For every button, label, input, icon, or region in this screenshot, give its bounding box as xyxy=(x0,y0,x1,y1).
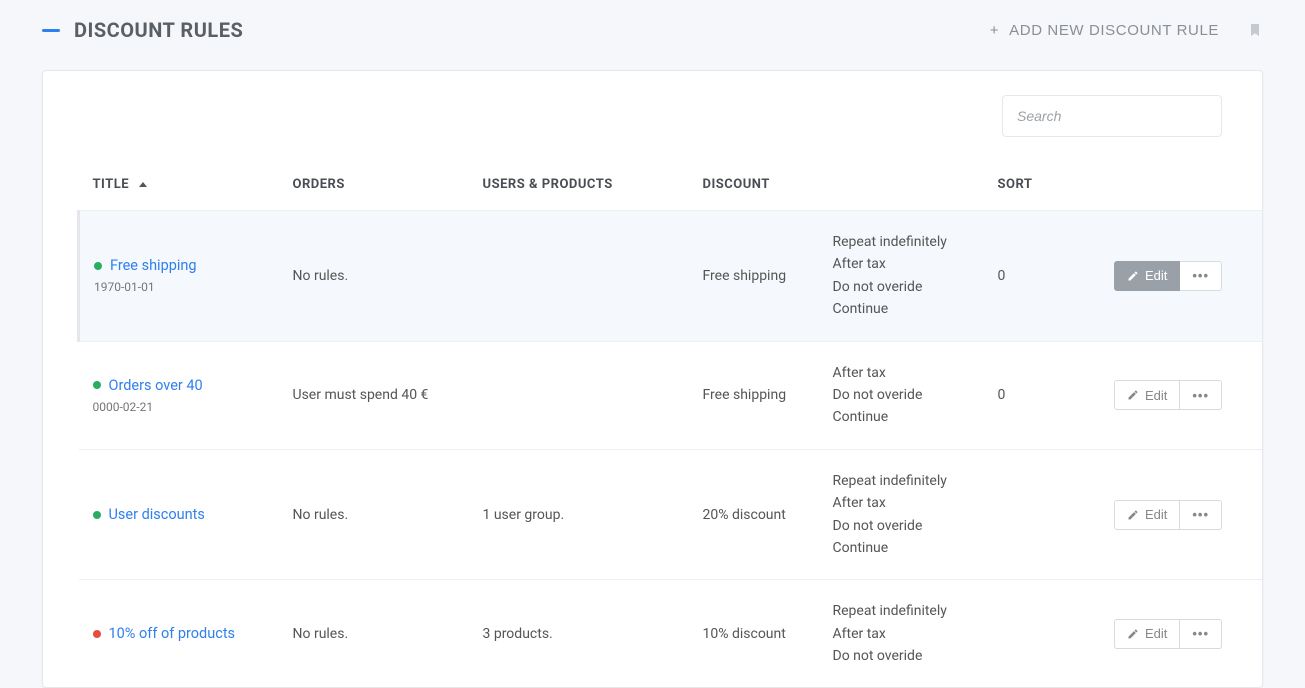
col-header-users[interactable]: USERS & PRODUCTS xyxy=(469,153,689,211)
edit-button[interactable]: Edit xyxy=(1114,380,1180,410)
more-actions-button[interactable]: ••• xyxy=(1180,619,1222,649)
cell-users xyxy=(469,341,689,449)
page-title: DISCOUNT RULES xyxy=(74,18,243,42)
cell-discount: Free shipping xyxy=(689,211,819,342)
cell-title: 10% off of products xyxy=(79,580,279,688)
col-header-actions xyxy=(1094,153,1263,211)
add-button-label: ADD NEW DISCOUNT RULE xyxy=(1009,22,1219,39)
more-actions-button[interactable]: ••• xyxy=(1180,500,1222,530)
edit-label: Edit xyxy=(1145,268,1167,283)
edit-label: Edit xyxy=(1145,388,1167,403)
cell-title: User discounts xyxy=(79,449,279,580)
cell-orders: No rules. xyxy=(279,449,469,580)
rule-line: After tax xyxy=(833,362,970,384)
cell-discount: Free shipping xyxy=(689,341,819,449)
cell-discount: 20% discount xyxy=(689,449,819,580)
pencil-icon xyxy=(1127,628,1139,640)
cell-sort: 0 xyxy=(984,341,1094,449)
discount-rules-table: TITLE ORDERS USERS & PRODUCTS DISCOUNT S… xyxy=(77,153,1262,687)
sort-asc-icon xyxy=(139,182,147,187)
rule-line: Do not overide xyxy=(833,515,970,537)
col-header-discount[interactable]: DISCOUNT xyxy=(689,153,819,211)
cell-orders: No rules. xyxy=(279,580,469,688)
rule-line: Continue xyxy=(833,537,970,559)
pencil-icon xyxy=(1127,509,1139,521)
cell-users: 3 products. xyxy=(469,580,689,688)
edit-button[interactable]: Edit xyxy=(1114,500,1180,530)
status-dot xyxy=(93,381,101,389)
rule-line: Repeat indefinitely xyxy=(833,231,970,253)
add-discount-rule-button[interactable]: + ADD NEW DISCOUNT RULE xyxy=(984,21,1225,40)
rule-title-link[interactable]: User discounts xyxy=(109,506,205,523)
col-header-title[interactable]: TITLE xyxy=(79,153,279,211)
cell-orders: User must spend 40 € xyxy=(279,341,469,449)
cell-actions: Edit ••• xyxy=(1094,211,1263,342)
rule-line: Continue xyxy=(833,298,970,320)
cell-rules: Repeat indefinitelyAfter taxDo not overi… xyxy=(819,211,984,342)
edit-label: Edit xyxy=(1145,507,1167,522)
rule-date: 1970-01-01 xyxy=(94,280,265,294)
cell-orders: No rules. xyxy=(279,211,469,342)
cell-title: Free shipping 1970-01-01 xyxy=(79,211,279,342)
cell-sort xyxy=(984,449,1094,580)
cell-discount: 10% discount xyxy=(689,580,819,688)
rule-line: After tax xyxy=(833,253,970,275)
edit-button[interactable]: Edit xyxy=(1114,261,1180,291)
table-row: 10% off of products No rules.3 products.1… xyxy=(79,580,1263,688)
pencil-icon xyxy=(1127,389,1139,401)
edit-button[interactable]: Edit xyxy=(1114,619,1180,649)
plus-icon: + xyxy=(990,22,999,39)
more-actions-button[interactable]: ••• xyxy=(1180,380,1222,410)
status-dot xyxy=(93,511,101,519)
col-header-orders[interactable]: ORDERS xyxy=(279,153,469,211)
rule-line: Repeat indefinitely xyxy=(833,470,970,492)
more-actions-button[interactable]: ••• xyxy=(1180,261,1222,291)
rule-line: After tax xyxy=(833,492,970,514)
table-row: Orders over 40 0000-02-21 User must spend … xyxy=(79,341,1263,449)
rule-line: Repeat indefinitely xyxy=(833,600,970,622)
search-input[interactable] xyxy=(1002,95,1222,137)
rule-line: After tax xyxy=(833,623,970,645)
rule-line: Do not overide xyxy=(833,276,970,298)
cell-actions: Edit ••• xyxy=(1094,341,1263,449)
page-header: DISCOUNT RULES + ADD NEW DISCOUNT RULE xyxy=(0,0,1305,54)
cell-actions: Edit ••• xyxy=(1094,580,1263,688)
bookmark-icon[interactable] xyxy=(1247,20,1263,40)
more-icon: ••• xyxy=(1192,268,1209,283)
table-row: User discounts No rules.1 user group.20% … xyxy=(79,449,1263,580)
cell-users: 1 user group. xyxy=(469,449,689,580)
col-header-rules xyxy=(819,153,984,211)
status-dot xyxy=(93,630,101,638)
rule-title-link[interactable]: 10% off of products xyxy=(109,625,236,642)
cell-users xyxy=(469,211,689,342)
cell-title: Orders over 40 0000-02-21 xyxy=(79,341,279,449)
cell-sort xyxy=(984,580,1094,688)
rule-date: 0000-02-21 xyxy=(93,400,265,414)
cell-rules: Repeat indefinitelyAfter taxDo not overi… xyxy=(819,449,984,580)
table-row: Free shipping1970-01-01No rules.Free shi… xyxy=(79,211,1263,342)
col-header-sort[interactable]: SORT xyxy=(984,153,1094,211)
rule-line: Do not overide xyxy=(833,645,970,667)
content-card: TITLE ORDERS USERS & PRODUCTS DISCOUNT S… xyxy=(42,70,1263,688)
accent-bar xyxy=(42,29,60,32)
rule-line: Continue xyxy=(833,406,970,428)
pencil-icon xyxy=(1127,270,1139,282)
cell-rules: Repeat indefinitelyAfter taxDo not overi… xyxy=(819,580,984,688)
more-icon: ••• xyxy=(1192,626,1209,641)
rule-title-link[interactable]: Orders over 40 xyxy=(109,377,203,394)
cell-actions: Edit ••• xyxy=(1094,449,1263,580)
cell-sort: 0 xyxy=(984,211,1094,342)
rule-line: Do not overide xyxy=(833,384,970,406)
status-dot xyxy=(94,262,102,270)
more-icon: ••• xyxy=(1192,388,1209,403)
rule-title-link[interactable]: Free shipping xyxy=(110,257,197,274)
more-icon: ••• xyxy=(1192,507,1209,522)
cell-rules: After taxDo not overideContinue xyxy=(819,341,984,449)
edit-label: Edit xyxy=(1145,626,1167,641)
